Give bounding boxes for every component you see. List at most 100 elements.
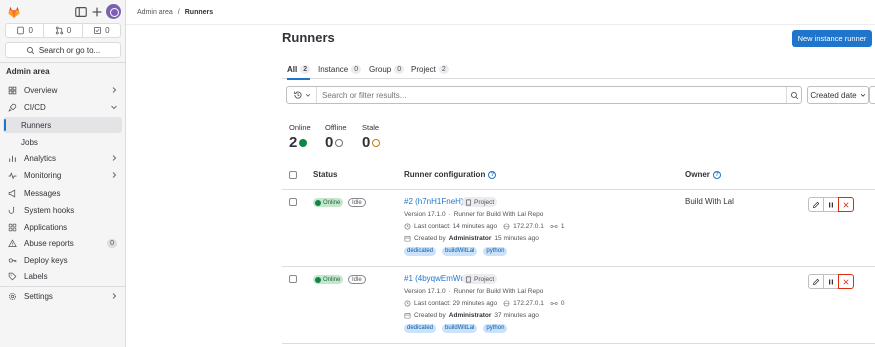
runner-type-text: Project [474, 198, 495, 206]
idle-badge: Idle [348, 198, 366, 207]
owner-column-header: Owner? [685, 170, 721, 179]
network-icon [503, 300, 510, 307]
sidebar-item-labels[interactable]: Labels [3, 268, 122, 284]
megaphone-icon [7, 188, 17, 198]
sidebar-item-system-hooks[interactable]: System hooks [3, 202, 122, 218]
topbar-divider [126, 24, 875, 25]
todo-icon [94, 27, 102, 34]
tag-badge: dedicated [404, 324, 437, 333]
online-status-icon [299, 138, 308, 147]
delete-button[interactable] [838, 274, 854, 289]
select-all-checkbox[interactable] [289, 171, 297, 179]
clock-icon [404, 223, 411, 230]
breadcrumb-admin-area[interactable]: Admin area [137, 9, 173, 16]
created-by-user[interactable]: Administrator [449, 235, 492, 242]
status-text: Online [323, 199, 341, 206]
pipeline-icon [550, 223, 558, 230]
project-icon [465, 276, 472, 282]
issues-icon [17, 26, 25, 35]
row-actions [808, 197, 854, 212]
owner-link[interactable]: Build With Lal [685, 197, 734, 206]
search-button[interactable] [786, 87, 801, 103]
stat-value: 2 [289, 134, 298, 151]
tab-count: 2 [438, 64, 449, 74]
stat-online[interactable]: Online 2 [289, 123, 311, 151]
runner-tags: dedicated buildWitLal python [404, 247, 510, 256]
status-text: Online [323, 276, 341, 283]
overview-icon [7, 85, 17, 95]
edit-button[interactable] [808, 197, 824, 212]
edit-button[interactable] [808, 274, 824, 289]
sidebar-item-label: Deploy keys [24, 255, 68, 265]
gitlab-logo[interactable] [7, 5, 21, 19]
pause-button[interactable] [823, 197, 839, 212]
recent-searches-dropdown[interactable] [287, 87, 317, 103]
merge-requests-count: 0 [66, 26, 72, 35]
sidebar-item-analytics[interactable]: Analytics [3, 150, 122, 166]
idle-badge: Idle [348, 275, 366, 284]
sidebar-item-label: Runners [21, 120, 52, 130]
sidebar-search-button[interactable]: Search or go to... [5, 42, 121, 58]
stat-value: 0 [325, 134, 334, 151]
issues-count-button[interactable]: 0 [6, 24, 45, 37]
delete-button[interactable] [838, 197, 854, 212]
tab-count: 2 [300, 64, 311, 74]
tab-instance[interactable]: Instance 0 [318, 59, 362, 79]
sidebar-search-label: Search or go to... [38, 45, 101, 55]
created-by-user[interactable]: Administrator [449, 312, 492, 319]
plus-icon[interactable] [90, 5, 104, 19]
chevron-down-icon [860, 93, 865, 97]
tab-group[interactable]: Group 0 [369, 59, 405, 79]
last-contact: Last contact: 29 minutes ago [414, 300, 498, 307]
header-label: Status [313, 170, 338, 179]
chevron-right-icon [112, 155, 117, 161]
stat-offline[interactable]: Offline 0 [325, 123, 347, 151]
sidebar-item-runners[interactable]: Runners [3, 117, 122, 133]
merge-requests-count-button[interactable]: 0 [44, 24, 83, 37]
new-instance-runner-button[interactable]: New instance runner [792, 30, 872, 47]
filter-bar [286, 86, 802, 104]
tab-all[interactable]: All 2 [287, 59, 311, 80]
help-icon[interactable]: ? [712, 170, 721, 179]
sidebar-item-deploy-keys[interactable]: Deploy keys [3, 252, 122, 268]
tab-label: Project [411, 64, 436, 74]
runner-link[interactable]: #2 (h7nH1FneH) [404, 197, 464, 206]
runner-created-line: Created by Administrator 37 minutes ago [404, 312, 539, 319]
sidebar-item-label: Monitoring [24, 170, 62, 180]
tab-project[interactable]: Project 2 [411, 59, 449, 79]
separator: · [448, 288, 451, 295]
pencil-icon [813, 278, 820, 285]
runner-tags: dedicated buildWitLal python [404, 324, 510, 333]
sort-direction-button[interactable] [869, 86, 875, 104]
abuse-reports-count: 0 [107, 238, 117, 248]
sidebar-item-applications[interactable]: Applications [3, 219, 122, 235]
sidebar-item-abuse-reports[interactable]: Abuse reports 0 [3, 235, 122, 251]
sidebar-item-messages[interactable]: Messages [3, 185, 122, 201]
runner-link[interactable]: #1 (4byqwEmWq) [404, 274, 468, 283]
sidebar-item-monitoring[interactable]: Monitoring [3, 167, 122, 183]
todos-count-button[interactable]: 0 [83, 24, 120, 37]
runner-version: Version 17.1.0 [404, 211, 446, 218]
help-icon[interactable]: ? [488, 170, 497, 179]
stat-label: Offline [325, 123, 347, 132]
clock-icon [404, 300, 411, 307]
sidebar-item-overview[interactable]: Overview [3, 82, 122, 98]
filter-input[interactable] [317, 88, 786, 102]
sidebar-toggle-icon[interactable] [74, 5, 88, 19]
sidebar-item-cicd[interactable]: CI/CD [3, 99, 122, 115]
rocket-icon [7, 102, 17, 112]
sidebar-item-settings[interactable]: Settings [3, 288, 122, 304]
breadcrumb-runners[interactable]: Runners [185, 9, 213, 16]
runner-type-badge: Project [462, 197, 498, 207]
sidebar-item-jobs[interactable]: Jobs [3, 134, 122, 150]
stat-label: Online [289, 123, 311, 132]
row-checkbox[interactable] [289, 198, 297, 206]
avatar[interactable] [106, 4, 121, 19]
sort-dropdown[interactable]: Created date [807, 86, 869, 104]
row-checkbox[interactable] [289, 275, 297, 283]
runner-description: Runner for Build With Lal Repo [453, 211, 544, 218]
chevron-down-icon [111, 105, 117, 110]
stat-stale[interactable]: Stale 0 [362, 123, 381, 151]
pause-button[interactable] [823, 274, 839, 289]
runner-version: Version 17.1.0 [404, 288, 446, 295]
